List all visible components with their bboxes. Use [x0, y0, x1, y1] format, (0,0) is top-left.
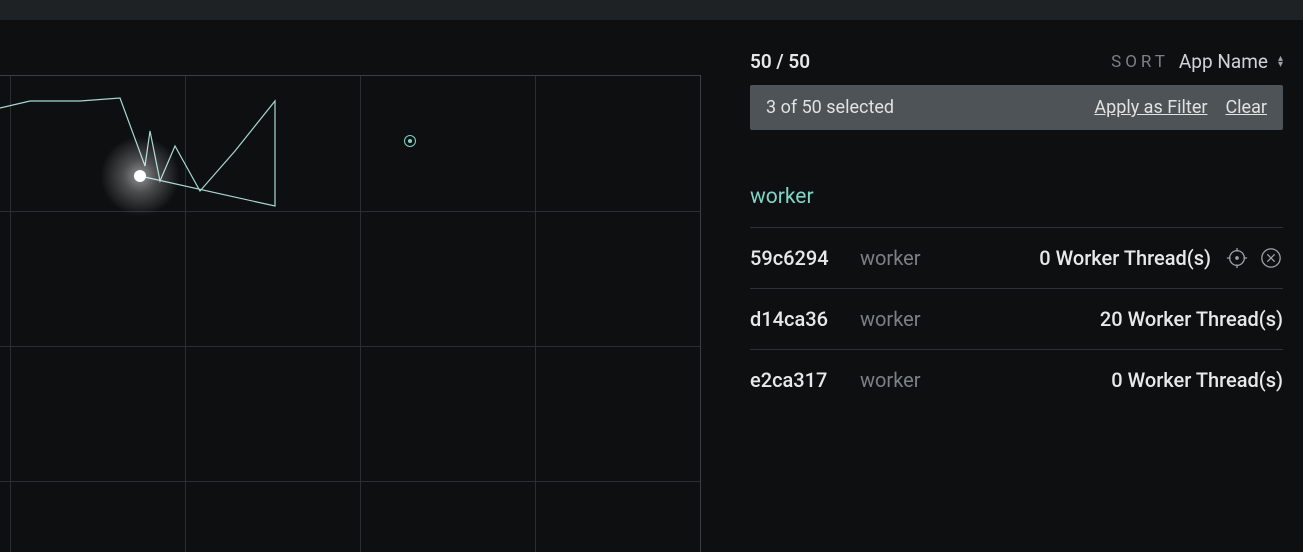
row-app: worker: [860, 307, 921, 331]
row-id: e2ca317: [750, 368, 860, 392]
main: 50 / 50 SORT App Name ▴▾ 3 of 50 selecte…: [0, 20, 1303, 552]
row-app: worker: [860, 246, 921, 270]
chart-area: [0, 20, 720, 552]
chart-line: [0, 76, 700, 552]
list-row[interactable]: 59c6294worker 0 Worker Thread(s): [750, 227, 1283, 288]
sort-control[interactable]: SORT App Name ▴▾: [1111, 50, 1283, 73]
highlight-point[interactable]: [134, 170, 146, 182]
rows-container: 59c6294worker0 Worker Thread(s)d14ca36wo…: [750, 227, 1283, 410]
result-count: 50 / 50: [750, 50, 810, 73]
list-row[interactable]: d14ca36worker 20 Worker Thread(s): [750, 288, 1283, 349]
selection-text: 3 of 50 selected: [766, 97, 894, 118]
row-id: 59c6294: [750, 246, 860, 270]
secondary-point[interactable]: [404, 135, 416, 147]
close-icon[interactable]: [1259, 246, 1283, 270]
clear-link[interactable]: Clear: [1225, 97, 1267, 118]
row-threads: 20 Worker Thread(s): [1100, 307, 1283, 331]
group-label: worker: [750, 185, 1283, 209]
side-panel: 50 / 50 SORT App Name ▴▾ 3 of 50 selecte…: [720, 20, 1303, 552]
apply-filter-link[interactable]: Apply as Filter: [1094, 97, 1207, 118]
top-bar: [0, 0, 1303, 20]
side-header: 50 / 50 SORT App Name ▴▾: [750, 50, 1283, 73]
chart-grid[interactable]: [0, 75, 701, 552]
sort-label: SORT: [1111, 52, 1169, 72]
row-threads: 0 Worker Thread(s): [1111, 368, 1283, 392]
row-app: worker: [860, 368, 921, 392]
list-row[interactable]: e2ca317worker 0 Worker Thread(s): [750, 349, 1283, 410]
selection-bar: 3 of 50 selected Apply as Filter Clear: [750, 85, 1283, 130]
row-id: d14ca36: [750, 307, 860, 331]
sort-value: App Name: [1179, 50, 1268, 73]
row-threads: 0 Worker Thread(s): [1039, 246, 1211, 270]
sort-arrows-icon[interactable]: ▴▾: [1278, 56, 1283, 68]
target-icon[interactable]: [1225, 246, 1249, 270]
